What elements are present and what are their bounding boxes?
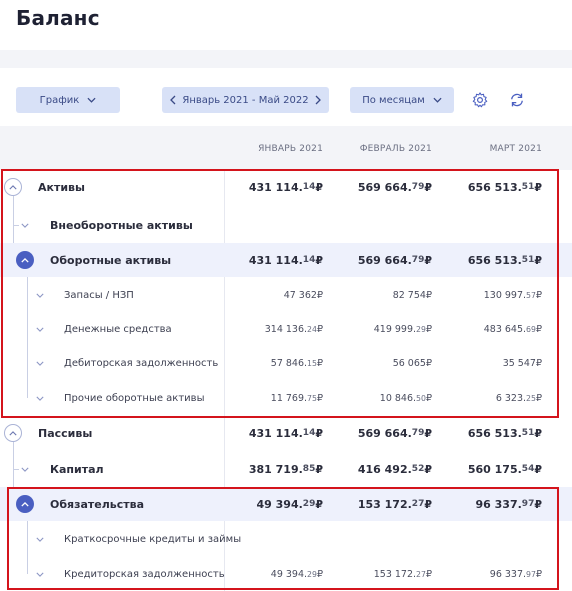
row-label: Прочие оборотные активы [64,392,205,404]
value-cell: 49 394. 29 ₽ [270,568,323,580]
value-cell: 569 664. 79 ₽ [357,253,432,267]
page-title: Баланс [16,6,100,30]
value-cell: 10 846. 50 ₽ [379,392,432,404]
value-cell: 47 362 ₽ [283,289,323,301]
value-cell: 431 114. 14 ₽ [248,180,323,194]
chart-button-label: График [39,94,80,106]
row-label: Запасы / НЗП [64,289,134,301]
table-row[interactable]: Денежные средства 314 136. 24 ₽ 419 999. 2… [0,312,572,346]
row-label: Обязательства [50,497,145,511]
column-header-jan: ЯНВАРЬ 2021 [258,144,323,154]
value-cell: 560 175. 54 ₽ [467,462,542,476]
column-header-mar: МАРТ 2021 [489,144,542,154]
period-selector[interactable]: Январь 2021 - Май 2022 [162,87,329,113]
chevron-down-icon [36,396,44,401]
value-cell: 656 513. 51 ₽ [467,253,542,267]
expand-toggle[interactable] [31,286,49,304]
value-cell: 11 769. 75 ₽ [270,392,323,404]
value-cell: 419 999. 29 ₽ [373,323,432,335]
table-row[interactable]: Капитал 381 719. 85 ₽ 416 492. 52 ₽ 560 17… [0,452,572,486]
row-label: Оборотные активы [50,253,172,267]
collapse-toggle[interactable] [16,251,34,269]
value-cell: 431 114. 14 ₽ [248,426,323,440]
expand-toggle[interactable] [31,320,49,338]
value-cell: 483 645. 69 ₽ [483,323,542,335]
value-cell: 35 547 ₽ [502,357,542,369]
value-cell: 416 492. 52 ₽ [357,462,432,476]
chevron-down-icon [21,467,29,472]
value-cell: 56 065 ₽ [392,357,432,369]
table-row[interactable]: Пассивы 431 114. 14 ₽ 569 664. 79 ₽ 656 51… [0,416,572,450]
table-row[interactable]: Краткосрочные кредиты и займы [0,522,572,556]
value-cell: 130 997. 57 ₽ [483,289,542,301]
value-cell: 381 719. 85 ₽ [248,462,323,476]
period-label: Январь 2021 - Май 2022 [182,94,309,106]
table-row[interactable]: Прочие оборотные активы 11 769. 75 ₽ 10 8… [0,381,572,415]
chevron-down-icon [36,572,44,577]
expand-toggle[interactable] [31,354,49,372]
chevron-up-icon [9,184,17,189]
value-cell: 431 114. 14 ₽ [248,253,323,267]
value-cell: 656 513. 51 ₽ [467,180,542,194]
section-divider [0,50,572,68]
chevron-down-icon [36,537,44,542]
expand-toggle[interactable] [31,530,49,548]
value-cell: 96 337. 97 ₽ [475,497,542,511]
value-cell: 153 172. 27 ₽ [373,568,432,580]
table-row[interactable]: Дебиторская задолженность 57 846. 15 ₽ 56… [0,346,572,380]
value-cell: 57 846. 15 ₽ [270,357,323,369]
row-label: Денежные средства [64,323,172,335]
row-label: Капитал [50,462,104,476]
value-cell: 6 323. 25 ₽ [495,392,542,404]
table-row[interactable]: Оборотные активы 431 114. 14 ₽ 569 664. 79… [0,243,572,277]
chevron-down-icon [36,293,44,298]
chevron-left-icon[interactable] [170,95,176,105]
expand-toggle[interactable] [31,565,49,583]
table-row[interactable]: Обязательства 49 394. 29 ₽ 153 172. 27 ₽ 9… [0,487,572,521]
grouping-dropdown-button[interactable]: По месяцам [350,87,454,113]
value-cell: 82 754 ₽ [392,289,432,301]
collapse-toggle[interactable] [16,495,34,513]
table-row[interactable]: Запасы / НЗП 47 362 ₽ 82 754 ₽ 130 997. 5… [0,278,572,312]
chart-dropdown-button[interactable]: График [16,87,120,113]
chevron-up-icon [9,430,17,435]
chevron-down-icon [21,223,29,228]
column-header-feb: ФЕВРАЛЬ 2021 [359,144,432,154]
grouping-label: По месяцам [362,94,425,106]
row-label: Дебиторская задолженность [64,357,219,369]
chevron-up-icon [21,257,29,263]
row-label: Пассивы [38,426,93,440]
value-cell: 569 664. 79 ₽ [357,426,432,440]
value-cell: 96 337. 97 ₽ [489,568,542,580]
row-label: Краткосрочные кредиты и займы [64,533,242,545]
table-row[interactable]: Активы 431 114. 14 ₽ 569 664. 79 ₽ 656 513… [0,170,572,204]
chevron-down-icon [433,97,442,103]
gear-icon[interactable] [471,91,489,109]
value-cell: 656 513. 51 ₽ [467,426,542,440]
collapse-toggle[interactable] [4,424,22,442]
row-label: Кредиторская задолженность [64,568,225,580]
chevron-up-icon [21,501,29,507]
value-cell: 314 136. 24 ₽ [264,323,323,335]
collapse-toggle[interactable] [4,178,22,196]
chevron-right-icon[interactable] [315,95,321,105]
row-label: Активы [38,180,85,194]
chevron-down-icon [87,97,96,103]
sync-icon[interactable] [508,91,526,109]
table-row[interactable]: Внеоборотные активы [0,208,572,242]
value-cell: 569 664. 79 ₽ [357,180,432,194]
table-row[interactable]: Кредиторская задолженность 49 394. 29 ₽ 1… [0,557,572,591]
chevron-down-icon [36,327,44,332]
value-cell: 49 394. 29 ₽ [256,497,323,511]
expand-toggle[interactable] [31,389,49,407]
expand-toggle[interactable] [16,460,34,478]
chevron-down-icon [36,361,44,366]
value-cell: 153 172. 27 ₽ [357,497,432,511]
row-label: Внеоборотные активы [50,218,193,232]
expand-toggle[interactable] [16,216,34,234]
